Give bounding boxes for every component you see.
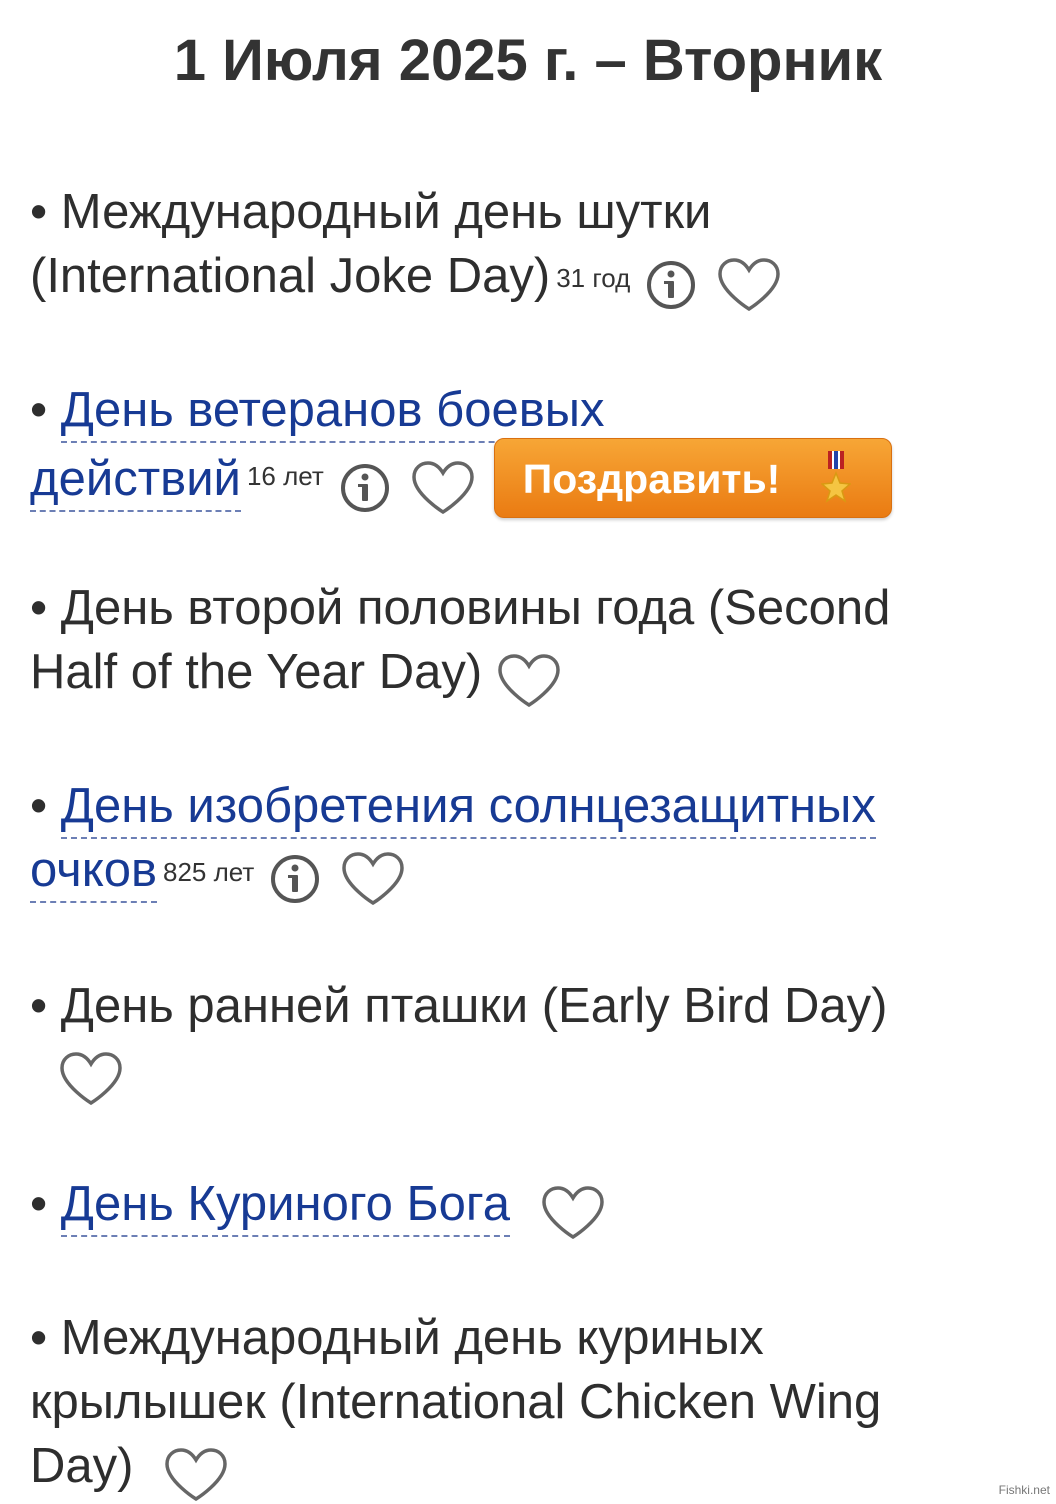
holiday-age: 825 лет: [162, 857, 255, 887]
bullet: •: [30, 581, 48, 635]
holiday-title: Международный день куриных: [60, 1311, 764, 1365]
medal-icon: [819, 451, 852, 533]
heart-icon[interactable]: [340, 851, 406, 907]
holiday-item: • Международный день шутки (Internationa…: [30, 180, 1030, 314]
holiday-link[interactable]: День ветеранов боевых: [60, 383, 605, 443]
holiday-title: Half of the Year Day): [30, 645, 483, 699]
holiday-link[interactable]: День Куриного Бога: [60, 1177, 510, 1237]
heart-icon[interactable]: [716, 257, 782, 313]
holiday-item: • День второй половины года (Second Half…: [30, 576, 1030, 710]
holiday-title: День второй половины года (Second: [60, 581, 891, 635]
bullet: •: [30, 979, 48, 1033]
congratulate-button[interactable]: Поздравить!: [493, 438, 892, 518]
heart-icon[interactable]: [540, 1185, 606, 1241]
holiday-title: День ранней пташки (Early Bird Day): [60, 979, 888, 1033]
holiday-title: крылышек (International Chicken Wing: [30, 1375, 882, 1429]
holiday-title: (International Joke Day): [30, 249, 551, 303]
bullet: •: [30, 1311, 48, 1365]
holiday-link[interactable]: действий: [30, 451, 241, 512]
bullet: •: [30, 1177, 48, 1231]
heart-icon[interactable]: [410, 460, 476, 516]
holiday-age: 16 лет: [246, 461, 324, 491]
holiday-item: • День ветеранов боевых действий 16 лет П…: [30, 378, 1030, 522]
holiday-link[interactable]: очков: [30, 843, 157, 903]
holiday-item: • День Куриного Бога: [30, 1172, 1030, 1242]
heart-icon[interactable]: [163, 1447, 229, 1503]
heart-icon[interactable]: [496, 653, 562, 709]
watermark: Fishki.net: [998, 1483, 1050, 1497]
bullet: •: [30, 779, 48, 833]
holiday-item: • День ранней пташки (Early Bird Day): [30, 974, 1030, 1108]
bullet: •: [30, 185, 48, 239]
holiday-title: Международный день шутки: [60, 185, 712, 239]
holiday-age: 31 год: [556, 263, 631, 293]
info-icon[interactable]: [268, 852, 322, 906]
holiday-item: • День изобретения солнцезащитных очков 8…: [30, 774, 1030, 908]
congratulate-label: Поздравить!: [522, 456, 781, 502]
info-icon[interactable]: [644, 258, 698, 312]
holiday-item: • Международный день куриных крылышек (I…: [30, 1306, 1030, 1504]
holiday-link[interactable]: День изобретения солнцезащитных: [60, 779, 876, 839]
heart-icon[interactable]: [58, 1051, 124, 1107]
bullet: •: [30, 383, 48, 437]
page-title: 1 Июля 2025 г. – Вторник: [173, 28, 883, 93]
info-icon[interactable]: [338, 461, 392, 515]
holiday-title: Day): [30, 1439, 134, 1493]
